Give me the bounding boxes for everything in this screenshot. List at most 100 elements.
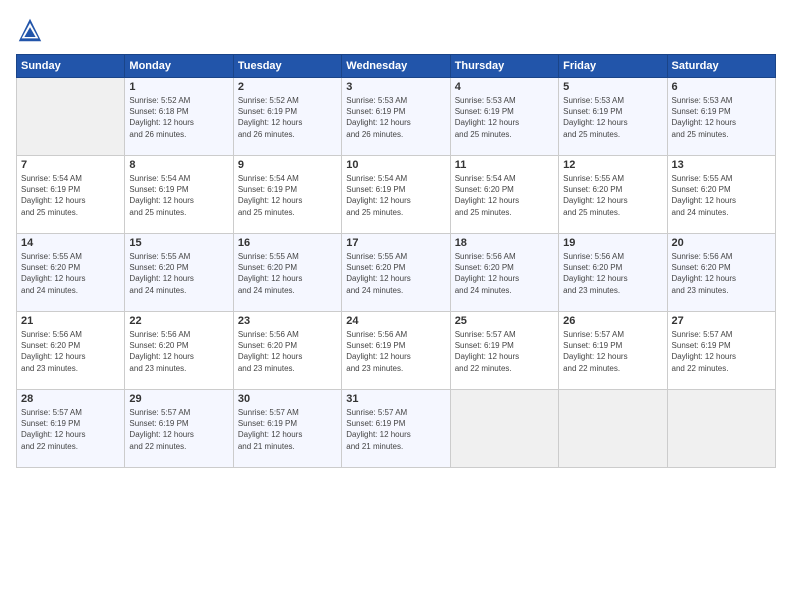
day-info: Sunrise: 5:55 AM Sunset: 6:20 PM Dayligh… [346,251,445,296]
day-cell [450,390,558,468]
day-cell: 17 Sunrise: 5:55 AM Sunset: 6:20 PM Dayli… [342,234,450,312]
day-number: 31 [346,393,445,405]
week-row-2: 7 Sunrise: 5:54 AM Sunset: 6:19 PM Daylig… [17,156,776,234]
day-number: 28 [21,393,120,405]
day-cell: 8 Sunrise: 5:54 AM Sunset: 6:19 PM Daylig… [125,156,233,234]
day-info: Sunrise: 5:53 AM Sunset: 6:19 PM Dayligh… [455,95,554,140]
day-number: 26 [563,315,662,327]
day-cell: 6 Sunrise: 5:53 AM Sunset: 6:19 PM Daylig… [667,78,775,156]
day-cell: 28 Sunrise: 5:57 AM Sunset: 6:19 PM Dayli… [17,390,125,468]
week-row-1: 1 Sunrise: 5:52 AM Sunset: 6:18 PM Daylig… [17,78,776,156]
day-number: 17 [346,237,445,249]
day-info: Sunrise: 5:57 AM Sunset: 6:19 PM Dayligh… [21,407,120,452]
day-cell: 15 Sunrise: 5:55 AM Sunset: 6:20 PM Dayli… [125,234,233,312]
day-number: 2 [238,81,337,93]
logo [16,16,48,44]
col-header-friday: Friday [559,55,667,78]
day-info: Sunrise: 5:54 AM Sunset: 6:19 PM Dayligh… [129,173,228,218]
day-info: Sunrise: 5:57 AM Sunset: 6:19 PM Dayligh… [238,407,337,452]
day-cell: 4 Sunrise: 5:53 AM Sunset: 6:19 PM Daylig… [450,78,558,156]
day-cell: 13 Sunrise: 5:55 AM Sunset: 6:20 PM Dayli… [667,156,775,234]
day-number: 10 [346,159,445,171]
calendar-container: SundayMondayTuesdayWednesdayThursdayFrid… [0,0,792,476]
day-cell: 20Sunrise: 5:56 AM Sunset: 6:20 PM Dayli… [667,234,775,312]
week-row-4: 21 Sunrise: 5:56 AM Sunset: 6:20 PM Dayli… [17,312,776,390]
day-number: 5 [563,81,662,93]
day-cell: 31 Sunrise: 5:57 AM Sunset: 6:19 PM Dayli… [342,390,450,468]
day-cell: 2 Sunrise: 5:52 AM Sunset: 6:19 PM Daylig… [233,78,341,156]
day-info: Sunrise: 5:56 AM Sunset: 6:20 PM Dayligh… [563,251,662,296]
day-info: Sunrise: 5:53 AM Sunset: 6:19 PM Dayligh… [346,95,445,140]
day-number: 3 [346,81,445,93]
day-info: Sunrise: 5:55 AM Sunset: 6:20 PM Dayligh… [21,251,120,296]
day-number: 18 [455,237,554,249]
logo-icon [16,16,44,44]
day-info: Sunrise: 5:57 AM Sunset: 6:19 PM Dayligh… [563,329,662,374]
day-cell: 19Sunrise: 5:56 AM Sunset: 6:20 PM Dayli… [559,234,667,312]
day-cell [559,390,667,468]
day-info: Sunrise: 5:52 AM Sunset: 6:18 PM Dayligh… [129,95,228,140]
day-info: Sunrise: 5:53 AM Sunset: 6:19 PM Dayligh… [672,95,771,140]
day-info: Sunrise: 5:52 AM Sunset: 6:19 PM Dayligh… [238,95,337,140]
week-row-3: 14 Sunrise: 5:55 AM Sunset: 6:20 PM Dayli… [17,234,776,312]
day-cell: 27Sunrise: 5:57 AM Sunset: 6:19 PM Dayli… [667,312,775,390]
day-info: Sunrise: 5:54 AM Sunset: 6:19 PM Dayligh… [346,173,445,218]
day-info: Sunrise: 5:56 AM Sunset: 6:20 PM Dayligh… [21,329,120,374]
day-info: Sunrise: 5:56 AM Sunset: 6:19 PM Dayligh… [346,329,445,374]
day-number: 29 [129,393,228,405]
col-header-wednesday: Wednesday [342,55,450,78]
day-number: 24 [346,315,445,327]
day-cell: 21 Sunrise: 5:56 AM Sunset: 6:20 PM Dayli… [17,312,125,390]
day-number: 1 [129,81,228,93]
day-number: 30 [238,393,337,405]
week-row-5: 28 Sunrise: 5:57 AM Sunset: 6:19 PM Dayli… [17,390,776,468]
day-info: Sunrise: 5:57 AM Sunset: 6:19 PM Dayligh… [346,407,445,452]
day-number: 9 [238,159,337,171]
header [16,16,776,44]
day-number: 12 [563,159,662,171]
day-info: Sunrise: 5:54 AM Sunset: 6:20 PM Dayligh… [455,173,554,218]
day-cell: 11 Sunrise: 5:54 AM Sunset: 6:20 PM Dayli… [450,156,558,234]
day-number: 15 [129,237,228,249]
day-info: Sunrise: 5:56 AM Sunset: 6:20 PM Dayligh… [129,329,228,374]
day-cell: 23Sunrise: 5:56 AM Sunset: 6:20 PM Dayli… [233,312,341,390]
header-row: SundayMondayTuesdayWednesdayThursdayFrid… [17,55,776,78]
day-cell: 1 Sunrise: 5:52 AM Sunset: 6:18 PM Daylig… [125,78,233,156]
day-cell: 24 Sunrise: 5:56 AM Sunset: 6:19 PM Dayli… [342,312,450,390]
day-number: 16 [238,237,337,249]
day-info: Sunrise: 5:55 AM Sunset: 6:20 PM Dayligh… [563,173,662,218]
day-cell: 10 Sunrise: 5:54 AM Sunset: 6:19 PM Dayli… [342,156,450,234]
day-number: 4 [455,81,554,93]
day-info: Sunrise: 5:55 AM Sunset: 6:20 PM Dayligh… [129,251,228,296]
day-cell: 25Sunrise: 5:57 AM Sunset: 6:19 PM Dayli… [450,312,558,390]
day-number: 13 [672,159,771,171]
day-number: 7 [21,159,120,171]
day-cell: 7 Sunrise: 5:54 AM Sunset: 6:19 PM Daylig… [17,156,125,234]
day-info: Sunrise: 5:53 AM Sunset: 6:19 PM Dayligh… [563,95,662,140]
day-number: 21 [21,315,120,327]
day-number: 25 [455,315,554,327]
col-header-tuesday: Tuesday [233,55,341,78]
day-number: 8 [129,159,228,171]
day-cell: 29 Sunrise: 5:57 AM Sunset: 6:19 PM Dayli… [125,390,233,468]
day-info: Sunrise: 5:54 AM Sunset: 6:19 PM Dayligh… [238,173,337,218]
day-info: Sunrise: 5:57 AM Sunset: 6:19 PM Dayligh… [129,407,228,452]
day-number: 14 [21,237,120,249]
day-cell: 22 Sunrise: 5:56 AM Sunset: 6:20 PM Dayli… [125,312,233,390]
day-cell: 14 Sunrise: 5:55 AM Sunset: 6:20 PM Dayli… [17,234,125,312]
day-number: 6 [672,81,771,93]
day-number: 20 [672,237,771,249]
day-info: Sunrise: 5:54 AM Sunset: 6:19 PM Dayligh… [21,173,120,218]
col-header-monday: Monday [125,55,233,78]
day-cell: 12 Sunrise: 5:55 AM Sunset: 6:20 PM Dayli… [559,156,667,234]
day-cell [667,390,775,468]
day-cell: 9 Sunrise: 5:54 AM Sunset: 6:19 PM Daylig… [233,156,341,234]
day-number: 22 [129,315,228,327]
day-cell [17,78,125,156]
col-header-thursday: Thursday [450,55,558,78]
day-number: 11 [455,159,554,171]
day-number: 27 [672,315,771,327]
day-number: 23 [238,315,337,327]
calendar-table: SundayMondayTuesdayWednesdayThursdayFrid… [16,54,776,468]
day-info: Sunrise: 5:55 AM Sunset: 6:20 PM Dayligh… [672,173,771,218]
